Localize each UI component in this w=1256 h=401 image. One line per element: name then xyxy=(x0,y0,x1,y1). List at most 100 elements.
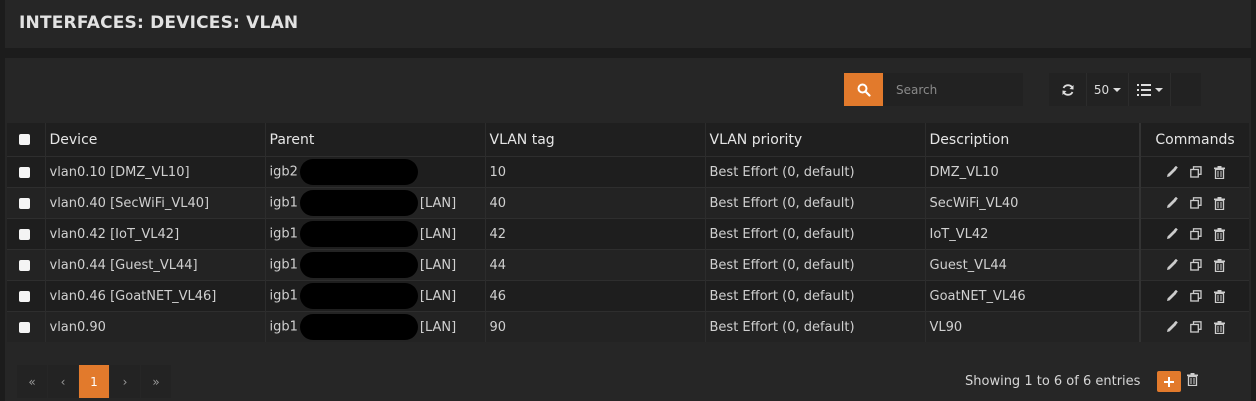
parent-tag: [LAN] xyxy=(419,319,457,335)
table-header-row: Device Parent VLAN tag VLAN priority Des… xyxy=(7,123,1249,157)
add-button[interactable] xyxy=(1157,371,1181,392)
entries-info: Showing 1 to 6 of 6 entries xyxy=(965,374,1141,389)
toolbar-button-group: 50 xyxy=(1049,73,1201,106)
table-row[interactable]: vlan0.44 [Guest_VL44] igb1 [LAN] 44 Best Eff… xyxy=(7,249,1249,281)
description-cell: DMZ_VL10 xyxy=(925,156,1141,188)
trash-icon xyxy=(1187,373,1198,387)
delete-button[interactable] xyxy=(1213,258,1225,272)
chevron-down-icon xyxy=(1113,87,1122,92)
row-checkbox[interactable] xyxy=(19,290,30,302)
trash-icon xyxy=(1213,289,1225,303)
search-button[interactable] xyxy=(844,73,883,106)
edit-button[interactable] xyxy=(1166,290,1178,302)
edit-button[interactable] xyxy=(1166,321,1178,333)
search-icon xyxy=(857,83,871,97)
row-checkbox[interactable] xyxy=(19,259,30,271)
refresh-button[interactable] xyxy=(1049,73,1087,106)
pagination: « ‹ 1 › » xyxy=(17,365,171,398)
table-row[interactable]: vlan0.90 igb1 [LAN] 90 Best Effort (0, defau… xyxy=(7,311,1249,342)
clone-button[interactable] xyxy=(1189,259,1202,271)
pencil-icon xyxy=(1166,166,1178,177)
page-1-button[interactable]: 1 xyxy=(79,365,109,398)
trash-icon xyxy=(1213,258,1225,272)
page-last-button[interactable]: » xyxy=(141,365,171,398)
parent-tag: [LAN] xyxy=(419,288,457,304)
columns-list-icon xyxy=(1136,83,1151,96)
redaction-mark xyxy=(299,159,418,185)
delete-button[interactable] xyxy=(1213,165,1225,179)
delete-button[interactable] xyxy=(1213,289,1225,303)
copy-icon xyxy=(1189,321,1202,333)
redaction-mark xyxy=(299,221,418,247)
row-checkbox[interactable] xyxy=(19,228,30,240)
row-select-cell xyxy=(7,311,46,342)
page-prev-button[interactable]: ‹ xyxy=(48,365,78,398)
columns-dropdown[interactable] xyxy=(1129,73,1171,106)
clone-button[interactable] xyxy=(1189,321,1202,333)
device-cell: vlan0.46 [GoatNET_VL46] xyxy=(45,280,266,312)
row-select-cell xyxy=(7,249,46,281)
column-header-vlan-priority[interactable]: VLAN priority xyxy=(705,123,926,157)
edit-button[interactable] xyxy=(1166,259,1178,271)
search-input[interactable] xyxy=(883,73,1023,106)
column-header-description[interactable]: Description xyxy=(925,123,1141,157)
page-first-button[interactable]: « xyxy=(17,365,47,398)
vlan-priority-cell: Best Effort (0, default) xyxy=(705,280,926,312)
row-checkbox[interactable] xyxy=(19,166,30,178)
vlan-tag-cell: 46 xyxy=(485,280,706,312)
parent-cell: igb1 [LAN] xyxy=(265,218,486,250)
clone-button[interactable] xyxy=(1189,228,1202,240)
clone-button[interactable] xyxy=(1189,290,1202,302)
description-cell: GoatNET_VL46 xyxy=(925,280,1141,312)
commands-cell xyxy=(1139,311,1249,342)
copy-icon xyxy=(1189,166,1202,178)
parent-cell: igb1 [LAN] xyxy=(265,311,486,342)
delete-button[interactable] xyxy=(1213,196,1225,210)
clone-button[interactable] xyxy=(1189,166,1202,178)
parent-interface: igb1 xyxy=(269,288,298,304)
delete-button[interactable] xyxy=(1213,227,1225,241)
trash-icon xyxy=(1213,196,1225,210)
column-header-parent[interactable]: Parent xyxy=(265,123,486,157)
pencil-icon xyxy=(1166,228,1178,239)
pencil-icon xyxy=(1166,259,1178,270)
table-row[interactable]: vlan0.42 [IoT_VL42] igb1 [LAN] 42 Best Effor… xyxy=(7,218,1249,250)
trash-icon xyxy=(1213,320,1225,334)
parent-tag: [LAN] xyxy=(419,257,457,273)
page-size-value: 50 xyxy=(1093,82,1110,97)
description-cell: VL90 xyxy=(925,311,1141,342)
clone-button[interactable] xyxy=(1189,197,1202,209)
vlan-tag-cell: 90 xyxy=(485,311,706,342)
parent-tag: [LAN] xyxy=(419,195,457,211)
select-all-checkbox[interactable] xyxy=(19,134,30,145)
edit-button[interactable] xyxy=(1166,228,1178,240)
description-cell: SecWiFi_VL40 xyxy=(925,187,1141,219)
table-row[interactable]: vlan0.10 [DMZ_VL10] igb2 10 Best Effort (0,… xyxy=(7,156,1249,188)
trash-icon xyxy=(1213,227,1225,241)
commands-cell xyxy=(1139,156,1249,188)
page-next-button[interactable]: › xyxy=(110,365,140,398)
commands-cell xyxy=(1139,187,1249,219)
table-row[interactable]: vlan0.46 [GoatNET_VL46] igb1 [LAN] 46 Best E… xyxy=(7,280,1249,312)
vlan-tag-cell: 44 xyxy=(485,249,706,281)
parent-cell: igb1 [LAN] xyxy=(265,280,486,312)
device-cell: vlan0.40 [SecWiFi_VL40] xyxy=(45,187,266,219)
toolbar-blank-button xyxy=(1171,73,1201,106)
column-header-device[interactable]: Device xyxy=(45,123,266,157)
delete-button[interactable] xyxy=(1213,320,1225,334)
vlan-priority-cell: Best Effort (0, default) xyxy=(705,311,926,342)
delete-selected-button[interactable] xyxy=(1187,373,1198,390)
edit-button[interactable] xyxy=(1166,166,1178,178)
column-header-vlan-tag[interactable]: VLAN tag xyxy=(485,123,706,157)
trash-icon xyxy=(1213,165,1225,179)
table-row[interactable]: vlan0.40 [SecWiFi_VL40] igb1 [LAN] 40 Best E… xyxy=(7,187,1249,219)
pencil-icon xyxy=(1166,197,1178,208)
plus-icon xyxy=(1164,376,1174,387)
description-cell: Guest_VL44 xyxy=(925,249,1141,281)
edit-button[interactable] xyxy=(1166,197,1178,209)
row-checkbox[interactable] xyxy=(19,197,30,209)
page-size-dropdown[interactable]: 50 xyxy=(1087,73,1129,106)
redaction-mark xyxy=(299,252,418,278)
row-checkbox[interactable] xyxy=(19,321,30,333)
parent-cell: igb1 [LAN] xyxy=(265,249,486,281)
